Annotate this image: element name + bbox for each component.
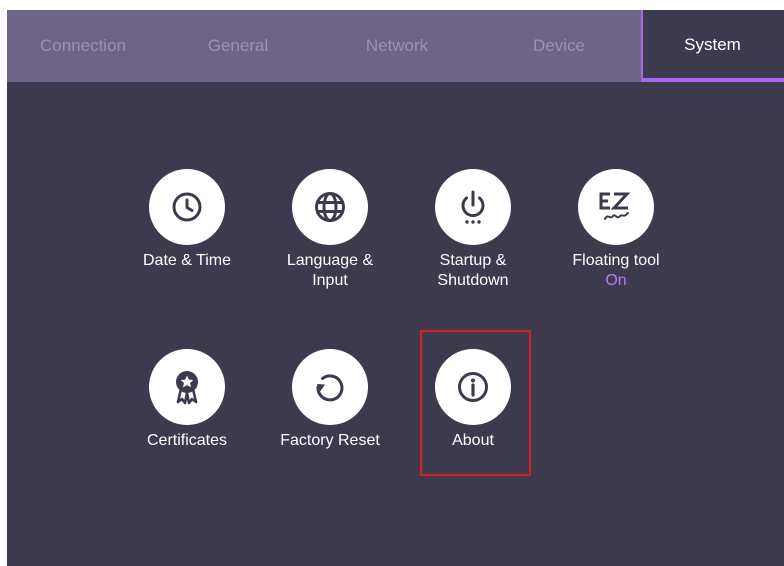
certificates-button[interactable] <box>149 349 225 425</box>
floating-tool-button[interactable] <box>578 169 654 245</box>
factory-reset-item[interactable]: Factory Reset <box>265 349 395 451</box>
language-input-item[interactable]: Language & Input <box>265 169 395 291</box>
floating-tool-label: Floating tool <box>572 252 660 269</box>
language-input-label-line1: Language & <box>286 252 374 269</box>
tab-system[interactable]: System <box>641 10 784 82</box>
language-input-button[interactable] <box>292 169 368 245</box>
factory-reset-button[interactable] <box>292 349 368 425</box>
startup-shutdown-item[interactable]: Startup & Shutdown <box>408 169 538 291</box>
reset-icon <box>316 374 344 402</box>
tab-general[interactable]: General <box>159 10 317 82</box>
floating-tool-item[interactable]: Floating tool On <box>551 169 681 291</box>
tab-device[interactable]: Device <box>477 10 641 82</box>
certificates-item[interactable]: Certificates <box>122 349 252 451</box>
certificates-label: Certificates <box>146 432 228 449</box>
award-ribbon-icon <box>176 371 198 405</box>
settings-screen: Connection General Network Device System… <box>7 10 784 566</box>
date-time-label: Date & Time <box>142 252 232 269</box>
globe-icon <box>315 192 345 222</box>
language-input-label: Language & Input <box>265 251 395 291</box>
startup-shutdown-label-line1: Startup & <box>439 252 507 269</box>
tab-connection[interactable]: Connection <box>7 10 159 82</box>
date-time-button[interactable] <box>149 169 225 245</box>
floating-tool-status: On <box>605 272 627 289</box>
power-icon <box>461 190 485 224</box>
about-highlight-box <box>420 330 531 476</box>
startup-shutdown-button[interactable] <box>435 169 511 245</box>
ez-pen-icon <box>599 192 631 220</box>
language-input-label-line2: Input <box>312 272 348 289</box>
factory-reset-label: Factory Reset <box>280 432 380 449</box>
date-time-item[interactable]: Date & Time <box>122 169 252 271</box>
settings-tab-bar: Connection General Network Device System <box>7 10 784 82</box>
tab-network[interactable]: Network <box>317 10 477 82</box>
startup-shutdown-label: Startup & Shutdown <box>408 251 538 291</box>
startup-shutdown-label-line2: Shutdown <box>437 272 509 289</box>
clock-icon <box>172 192 202 222</box>
